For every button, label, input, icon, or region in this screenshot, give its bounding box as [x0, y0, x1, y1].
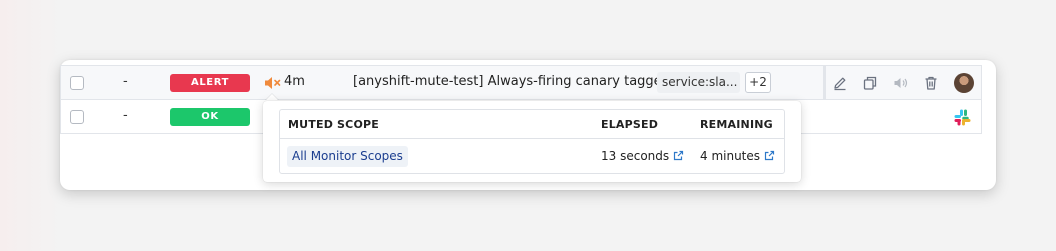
- avatar[interactable]: [954, 73, 974, 93]
- more-tags-button[interactable]: +2: [745, 72, 771, 93]
- elapsed-text: 13 seconds: [601, 149, 670, 163]
- copy-icon[interactable]: [862, 75, 878, 91]
- priority-value: -: [123, 74, 128, 89]
- trash-icon[interactable]: [923, 75, 939, 91]
- slack-icon: [954, 109, 971, 126]
- priority-value: -: [123, 108, 128, 123]
- status-badge: ALERT: [170, 74, 250, 92]
- scope-chip[interactable]: All Monitor Scopes: [287, 146, 408, 167]
- table-row[interactable]: - ALERT 4m [anyshift-mute-test] Always-f…: [60, 66, 982, 100]
- header-remaining: REMAINING: [700, 118, 773, 131]
- status-badge: OK: [170, 108, 250, 126]
- external-link-icon[interactable]: [764, 150, 775, 161]
- muted-scope-row: All Monitor Scopes 13 seconds 4 minutes: [280, 139, 784, 174]
- pencil-icon[interactable]: [832, 75, 848, 91]
- elapsed-value: 13 seconds: [601, 149, 684, 163]
- row-checkbox[interactable]: [70, 110, 84, 124]
- muted-scope-header: MUTED SCOPE ELAPSED REMAINING: [280, 110, 784, 139]
- header-elapsed: ELAPSED: [601, 118, 659, 131]
- speaker-icon[interactable]: [893, 75, 909, 91]
- row-checkbox[interactable]: [70, 76, 84, 90]
- popover-arrow: [265, 94, 279, 101]
- remaining-value: 4 minutes: [700, 149, 775, 163]
- mute-details-popover: MUTED SCOPE ELAPSED REMAINING All Monito…: [263, 101, 801, 182]
- header-muted-scope: MUTED SCOPE: [288, 118, 379, 131]
- actions-divider: [823, 66, 826, 100]
- monitor-name-link[interactable]: [anyshift-mute-test] Always-firing canar…: [353, 74, 670, 89]
- tag-chip[interactable]: service:sla...: [657, 72, 740, 93]
- speaker-muted-icon[interactable]: [264, 75, 281, 91]
- muted-scope-table: MUTED SCOPE ELAPSED REMAINING All Monito…: [279, 109, 785, 174]
- external-link-icon[interactable]: [673, 150, 684, 161]
- mute-duration[interactable]: 4m: [284, 74, 305, 89]
- remaining-text: 4 minutes: [700, 149, 761, 163]
